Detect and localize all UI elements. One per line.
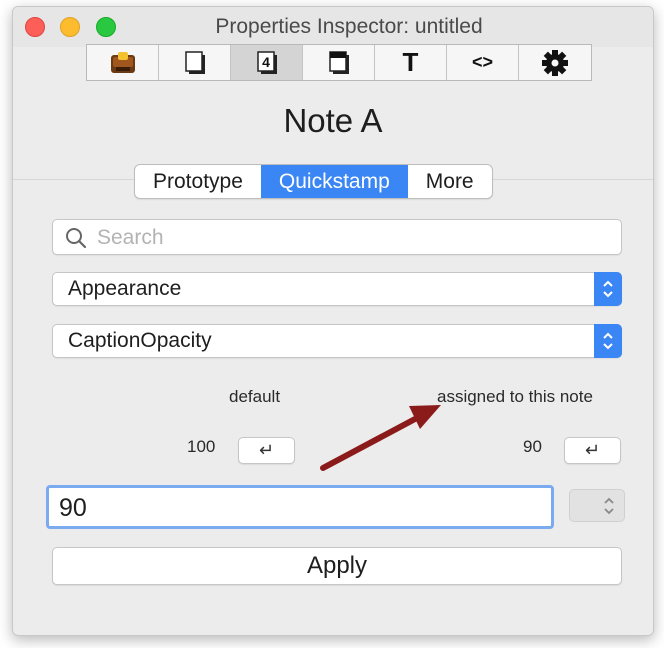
annotation-arrow-icon <box>320 405 441 471</box>
properties-inspector-window: Properties Inspector: untitled 4 T <> No… <box>12 6 654 636</box>
